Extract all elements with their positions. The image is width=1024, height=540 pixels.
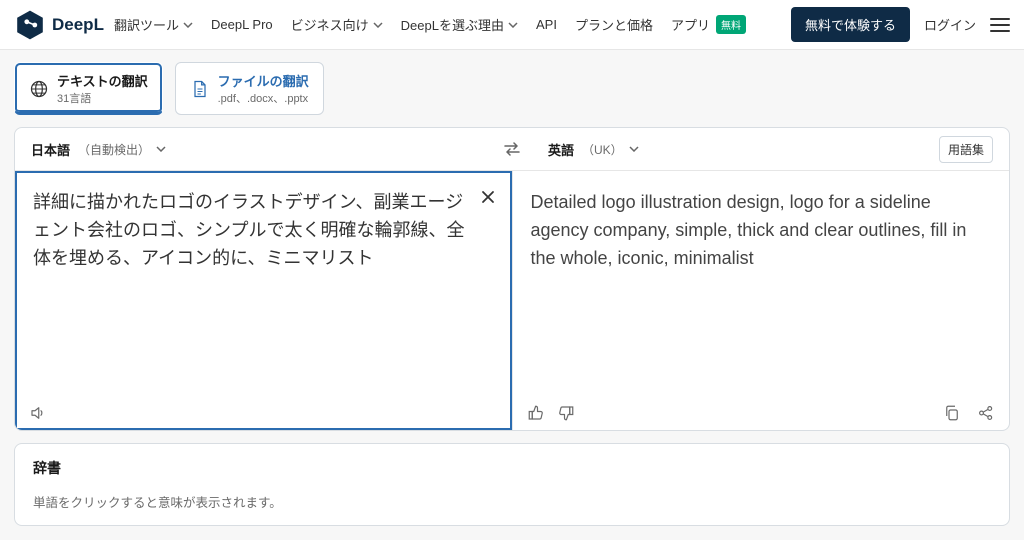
target-lang-select[interactable]: 英語 （UK） [548, 140, 639, 159]
tab-file-sub: .pdf、.docx、.pptx [218, 90, 309, 106]
menu-icon[interactable] [990, 18, 1010, 32]
language-bar: 日本語 （自動検出） 英語 （UK） 用語集 [15, 128, 1009, 170]
target-lang-variant: （UK） [582, 141, 623, 158]
tab-text-sub: 31言語 [57, 90, 148, 106]
listen-source-button[interactable] [29, 404, 47, 422]
nav-why-label: DeepLを選ぶ理由 [401, 15, 504, 34]
chevron-down-icon [156, 146, 166, 152]
thumbs-down-icon [557, 404, 575, 422]
translator-panel: 日本語 （自動検出） 英語 （UK） 用語集 [14, 127, 1010, 431]
target-text-output[interactable]: Detailed logo illustration design, logo … [513, 171, 1010, 396]
brand-name: DeepL [52, 15, 104, 35]
source-lang-detect: （自動検出） [78, 141, 150, 158]
target-footer [513, 396, 1010, 430]
login-link[interactable]: ログイン [924, 15, 976, 34]
swap-icon [503, 141, 521, 157]
top-header: DeepL 翻訳ツール DeepL Pro ビジネス向け DeepLを選ぶ理由 … [0, 0, 1024, 50]
source-lang-select[interactable]: 日本語 （自動検出） [31, 140, 166, 159]
copy-button[interactable] [943, 404, 961, 422]
globe-icon [29, 79, 49, 99]
nav-business[interactable]: ビジネス向け [291, 15, 383, 34]
nav-why[interactable]: DeepLを選ぶ理由 [401, 15, 518, 34]
clear-source-button[interactable] [476, 185, 500, 209]
swap-languages-button[interactable] [492, 141, 532, 157]
dictionary-hint: 単語をクリックすると意味が表示されます。 [33, 492, 991, 511]
share-icon [977, 404, 995, 422]
nav-plans[interactable]: プランと価格 [575, 15, 653, 34]
tab-file-title: ファイルの翻訳 [218, 71, 309, 90]
nav-api[interactable]: API [536, 17, 557, 32]
thumbs-up-button[interactable] [527, 404, 545, 422]
target-column: Detailed logo illustration design, logo … [513, 171, 1010, 430]
chevron-down-icon [629, 146, 639, 152]
nav-translator-label: 翻訳ツール [114, 15, 179, 34]
thumbs-up-icon [527, 404, 545, 422]
chevron-down-icon [183, 22, 193, 28]
source-column [15, 171, 513, 430]
main-nav: 翻訳ツール DeepL Pro ビジネス向け DeepLを選ぶ理由 API プラ… [114, 15, 746, 34]
nav-pro[interactable]: DeepL Pro [211, 17, 273, 32]
share-button[interactable] [977, 404, 995, 422]
dictionary-title: 辞書 [33, 458, 991, 478]
close-icon [481, 190, 495, 204]
target-lang-label: 英語 [548, 140, 574, 159]
source-footer [15, 396, 512, 430]
source-text-input[interactable] [15, 171, 512, 396]
nav-apps[interactable]: アプリ 無料 [671, 15, 746, 34]
source-lang-label: 日本語 [31, 140, 70, 159]
tab-file-translate[interactable]: ファイルの翻訳 .pdf、.docx、.pptx [175, 62, 324, 115]
source-lang-area: 日本語 （自動検出） [15, 140, 492, 159]
copy-icon [943, 404, 961, 422]
tab-text-title: テキストの翻訳 [57, 71, 148, 90]
thumbs-down-button[interactable] [557, 404, 575, 422]
target-lang-area: 英語 （UK） 用語集 [532, 136, 1009, 163]
file-icon [190, 79, 210, 99]
nav-pro-label: DeepL Pro [211, 17, 273, 32]
nav-plans-label: プランと価格 [575, 15, 653, 34]
tab-text-translate[interactable]: テキストの翻訳 31言語 [14, 62, 163, 115]
try-free-button[interactable]: 無料で体験する [791, 7, 910, 42]
mode-tabs: テキストの翻訳 31言語 ファイルの翻訳 .pdf、.docx、.pptx [0, 50, 1024, 115]
nav-translator[interactable]: 翻訳ツール [114, 15, 193, 34]
glossary-button[interactable]: 用語集 [939, 136, 993, 163]
nav-api-label: API [536, 17, 557, 32]
chevron-down-icon [508, 22, 518, 28]
dictionary-panel: 辞書 単語をクリックすると意味が表示されます。 [14, 443, 1010, 526]
brand-logo[interactable]: DeepL [14, 9, 104, 41]
apps-free-badge: 無料 [716, 15, 746, 34]
deepl-logo-icon [14, 9, 46, 41]
chevron-down-icon [373, 22, 383, 28]
text-row: Detailed logo illustration design, logo … [15, 170, 1009, 430]
speaker-icon [29, 404, 47, 422]
nav-apps-label: アプリ [671, 15, 710, 34]
nav-business-label: ビジネス向け [291, 15, 369, 34]
